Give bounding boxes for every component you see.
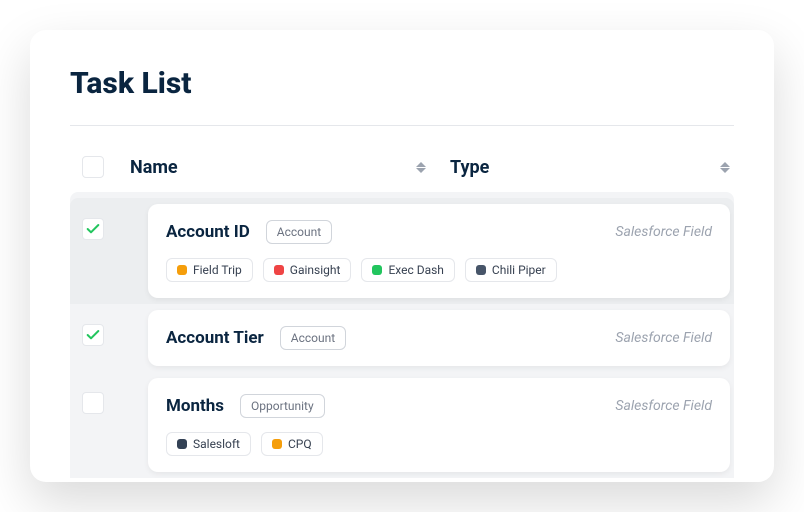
tag-pill: Gainsight — [263, 258, 352, 282]
tag-dot-icon — [274, 265, 284, 275]
column-type-label: Type — [450, 157, 489, 178]
tag-label: Exec Dash — [388, 263, 443, 277]
type-label: Salesforce Field — [615, 224, 712, 240]
column-name-label: Name — [130, 157, 178, 178]
tag-pill: CPQ — [261, 432, 323, 456]
table-row[interactable]: Account Tier Account Salesforce Field — [70, 304, 734, 372]
tag-row: Field Trip Gainsight Exec Dash Chili Piper — [166, 258, 712, 282]
tag-label: Salesloft — [193, 437, 240, 451]
tag-pill: Exec Dash — [361, 258, 454, 282]
sort-icon[interactable] — [720, 162, 730, 173]
type-label: Salesforce Field — [615, 398, 712, 414]
tag-label: Gainsight — [290, 263, 341, 277]
tag-dot-icon — [372, 265, 382, 275]
task-card: Months Opportunity Salesforce Field Saleslo… — [148, 378, 730, 472]
task-card: Account Tier Account Salesforce Field — [148, 310, 730, 366]
task-name: Account ID — [166, 222, 250, 242]
check-icon — [85, 327, 101, 343]
tag-pill: Salesloft — [166, 432, 251, 456]
row-checkbox[interactable] — [82, 324, 104, 346]
tag-dot-icon — [272, 439, 282, 449]
type-label: Salesforce Field — [615, 330, 712, 346]
tag-dot-icon — [177, 265, 187, 275]
tag-label: Field Trip — [193, 263, 242, 277]
category-pill: Account — [280, 326, 346, 350]
tag-pill: Chili Piper — [465, 258, 557, 282]
check-icon — [85, 221, 101, 237]
tag-row: Salesloft CPQ — [166, 432, 712, 456]
task-list-card: Task List Name Type Account ID Account Sal… — [30, 30, 774, 482]
tag-dot-icon — [476, 265, 486, 275]
select-all-checkbox[interactable] — [82, 156, 104, 178]
divider — [70, 125, 734, 126]
tag-dot-icon — [177, 439, 187, 449]
row-checkbox[interactable] — [82, 218, 104, 240]
row-checkbox[interactable] — [82, 392, 104, 414]
task-rows: Account ID Account Salesforce Field Field T… — [70, 192, 734, 478]
tag-label: CPQ — [288, 437, 312, 451]
task-name: Account Tier — [166, 328, 264, 348]
tag-pill: Field Trip — [166, 258, 253, 282]
task-card: Account ID Account Salesforce Field Field T… — [148, 204, 730, 298]
table-row[interactable]: Months Opportunity Salesforce Field Saleslo… — [70, 372, 734, 478]
tag-label: Chili Piper — [492, 263, 546, 277]
table-row[interactable]: Account ID Account Salesforce Field Field T… — [70, 198, 734, 304]
sort-icon[interactable] — [416, 162, 426, 173]
category-pill: Account — [266, 220, 332, 244]
page-title: Task List — [70, 66, 734, 101]
table-header: Name Type — [70, 156, 734, 192]
task-name: Months — [166, 396, 224, 416]
category-pill: Opportunity — [240, 394, 325, 418]
